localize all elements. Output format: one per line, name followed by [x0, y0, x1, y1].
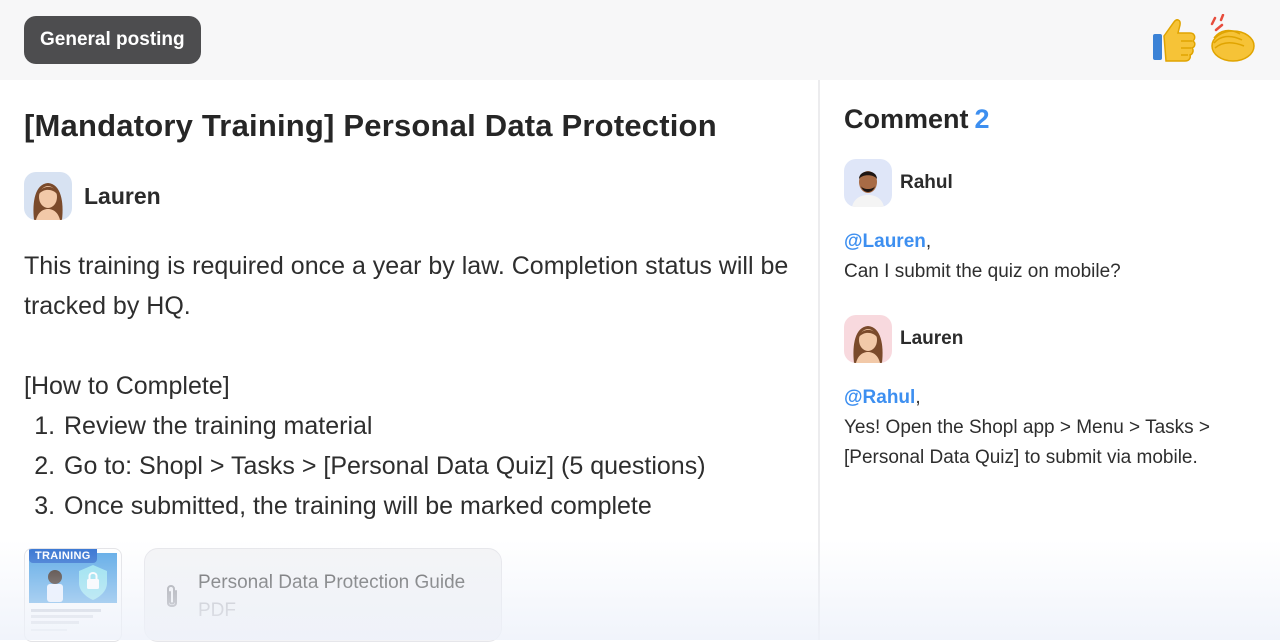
- attachment-type: PDF: [198, 600, 236, 621]
- paperclip-icon: [161, 583, 183, 616]
- list-item: Go to: Shopl > Tasks > [Personal Data Qu…: [62, 446, 804, 486]
- comment-body: @Lauren, Can I submit the quiz on mobile…: [844, 227, 1264, 287]
- avatar[interactable]: [844, 315, 892, 363]
- mention-link[interactable]: @Rahul: [844, 387, 915, 408]
- comment-punct: ,: [925, 231, 932, 252]
- comment-punct: ,: [915, 387, 921, 408]
- comments-panel: Comment 2 Rahul @Lauren, Can I submit the…: [844, 80, 1264, 473]
- top-bar: General posting: [0, 0, 1280, 80]
- attachments: TRAINING Personal Data Protection Guide …: [24, 548, 804, 642]
- post-body: This training is required once a year by…: [24, 246, 804, 526]
- comments-title: Comment: [844, 104, 969, 134]
- attachment-name: Personal Data Protection Guide: [198, 572, 466, 593]
- attachment-card[interactable]: Personal Data Protection Guide PDF: [144, 548, 502, 642]
- thumbs-up-icon[interactable]: [1150, 14, 1198, 66]
- comment-author: Rahul: [844, 159, 1264, 207]
- post-content: [Mandatory Training] Personal Data Prote…: [24, 80, 804, 526]
- comment-body: @Rahul, Yes! Open the Shopl app > Menu >…: [844, 383, 1264, 473]
- post-title: [Mandatory Training] Personal Data Prote…: [24, 108, 717, 143]
- post-intro: This training is required once a year by…: [24, 252, 789, 320]
- comment-item: Rahul @Lauren, Can I submit the quiz on …: [844, 159, 1264, 287]
- steps-list: Review the training material Go to: Shop…: [24, 406, 804, 526]
- author-name[interactable]: Lauren: [84, 183, 161, 210]
- avatar[interactable]: [844, 159, 892, 207]
- panel-divider: [818, 80, 820, 640]
- comment-item: Lauren @Rahul, Yes! Open the Shopl app >…: [844, 315, 1264, 473]
- avatar[interactable]: [24, 172, 72, 220]
- comments-count: 2: [974, 104, 990, 134]
- mention-link[interactable]: @Lauren: [844, 231, 926, 252]
- comment-text: Yes! Open the Shopl app > Menu > Tasks >…: [844, 417, 1211, 468]
- clapping-hands-icon[interactable]: [1202, 14, 1258, 66]
- comment-author-name[interactable]: Rahul: [900, 172, 953, 194]
- list-item: Review the training material: [62, 406, 804, 446]
- comment-text: Can I submit the quiz on mobile?: [844, 261, 1121, 282]
- post-author: Lauren: [24, 172, 804, 220]
- section-heading: [How to Complete]: [24, 372, 230, 400]
- comment-author: Lauren: [844, 315, 1264, 363]
- category-tag[interactable]: General posting: [24, 16, 201, 64]
- comments-header: Comment 2: [844, 104, 1264, 135]
- training-thumbnail[interactable]: TRAINING: [24, 548, 122, 642]
- list-item: Once submitted, the training will be mar…: [62, 486, 804, 526]
- comment-author-name[interactable]: Lauren: [900, 328, 963, 350]
- reactions: [1150, 14, 1258, 66]
- thumbnail-label: TRAINING: [29, 549, 97, 563]
